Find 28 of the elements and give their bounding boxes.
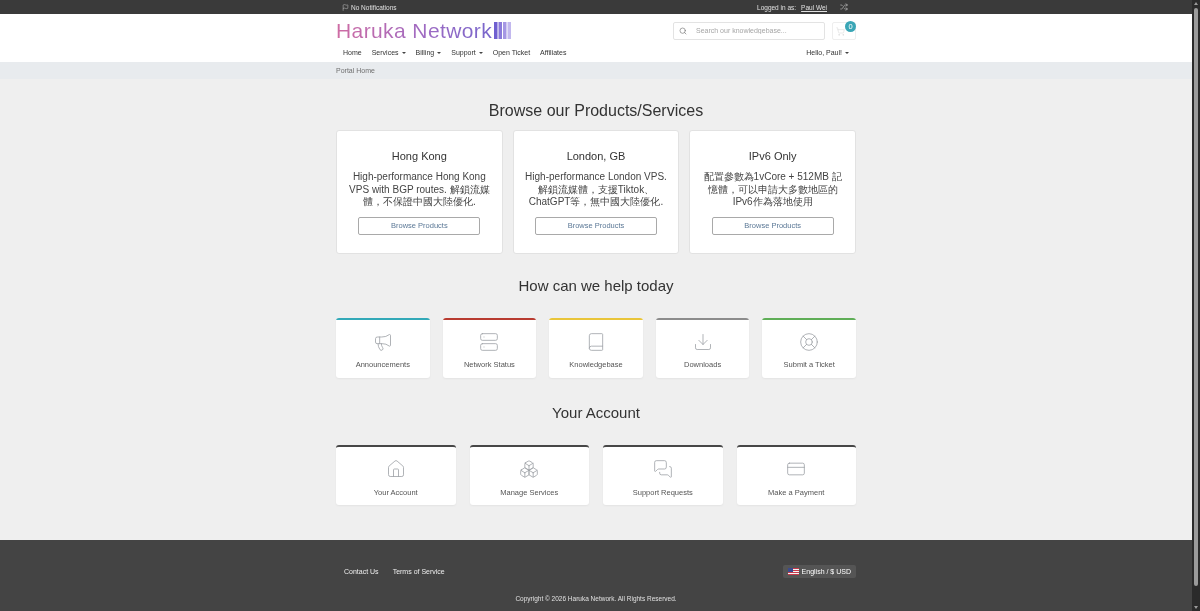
section-heading: How can we help today xyxy=(518,275,674,296)
switch-account-button[interactable] xyxy=(838,3,850,11)
product-title: London, GB xyxy=(566,149,626,163)
product-description: High-performance Hong Kong VPS with BGP routes. 解鎖流媒體，不保證中國大陸優化. xyxy=(348,171,491,209)
product-description: High-performance London VPS. 解鎖流媒體，支援Tiktok、ChatGPT等，無中國大陸優化. xyxy=(524,171,668,209)
boxes-icon xyxy=(519,458,540,479)
product-description: 配置參數為1vCore + 512MB 記憶體，可以申請大多數地區的IPv6作為落地使用 xyxy=(702,171,843,209)
section-heading: Your Account xyxy=(552,402,640,423)
us-flag-icon xyxy=(787,567,799,575)
download-icon xyxy=(692,331,713,352)
section-heading: Browse our Products/Services xyxy=(488,101,704,121)
book-icon xyxy=(586,331,606,352)
scroll-bar[interactable] xyxy=(1192,0,1200,611)
scroll-up-icon xyxy=(1194,2,1198,5)
chat-bubbles-icon xyxy=(652,458,673,479)
megaphone-icon xyxy=(372,331,393,352)
product-title: IPv6 Only xyxy=(748,149,797,163)
server-icon xyxy=(479,331,500,352)
shuffle-icon xyxy=(840,3,848,11)
search-icon xyxy=(679,26,687,35)
scroll-thumb[interactable] xyxy=(1194,8,1198,586)
logo-bars-icon xyxy=(494,22,512,39)
flag-icon xyxy=(342,3,349,11)
product-title: Hong Kong xyxy=(391,149,447,163)
scroll-down-icon xyxy=(1194,606,1198,609)
life-buoy-icon xyxy=(799,331,820,352)
cart-icon xyxy=(836,26,845,36)
house-icon xyxy=(385,458,406,479)
